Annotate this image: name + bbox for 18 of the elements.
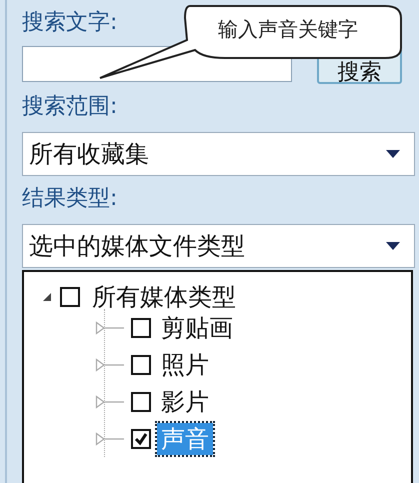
tree-item[interactable]: 剪贴画 xyxy=(157,312,237,344)
tree-item[interactable]: 照片 xyxy=(157,348,213,380)
expanded-arrow-icon[interactable] xyxy=(42,292,52,302)
dropdown-arrow-icon[interactable] xyxy=(386,242,400,250)
checkbox[interactable] xyxy=(60,286,80,306)
search-text-label: 搜索文字: xyxy=(22,9,118,37)
checkbox[interactable] xyxy=(131,354,151,374)
search-scope-label: 搜索范围: xyxy=(22,93,118,121)
checkbox[interactable] xyxy=(131,428,151,448)
checkbox[interactable] xyxy=(131,392,151,412)
scope-dropdown[interactable]: 所有收藏集 xyxy=(22,132,415,176)
tree-item[interactable]: 所有媒体类型 xyxy=(88,280,240,312)
result-type-label: 结果类型: xyxy=(22,185,118,213)
dropdown-arrow-icon[interactable] xyxy=(386,150,400,158)
tree-item[interactable]: 影片 xyxy=(157,386,213,418)
checkbox[interactable] xyxy=(131,318,151,338)
callout-text: 输入声音关键字 xyxy=(217,16,359,43)
result-type-dropdown[interactable]: 选中的媒体文件类型 xyxy=(22,224,415,268)
